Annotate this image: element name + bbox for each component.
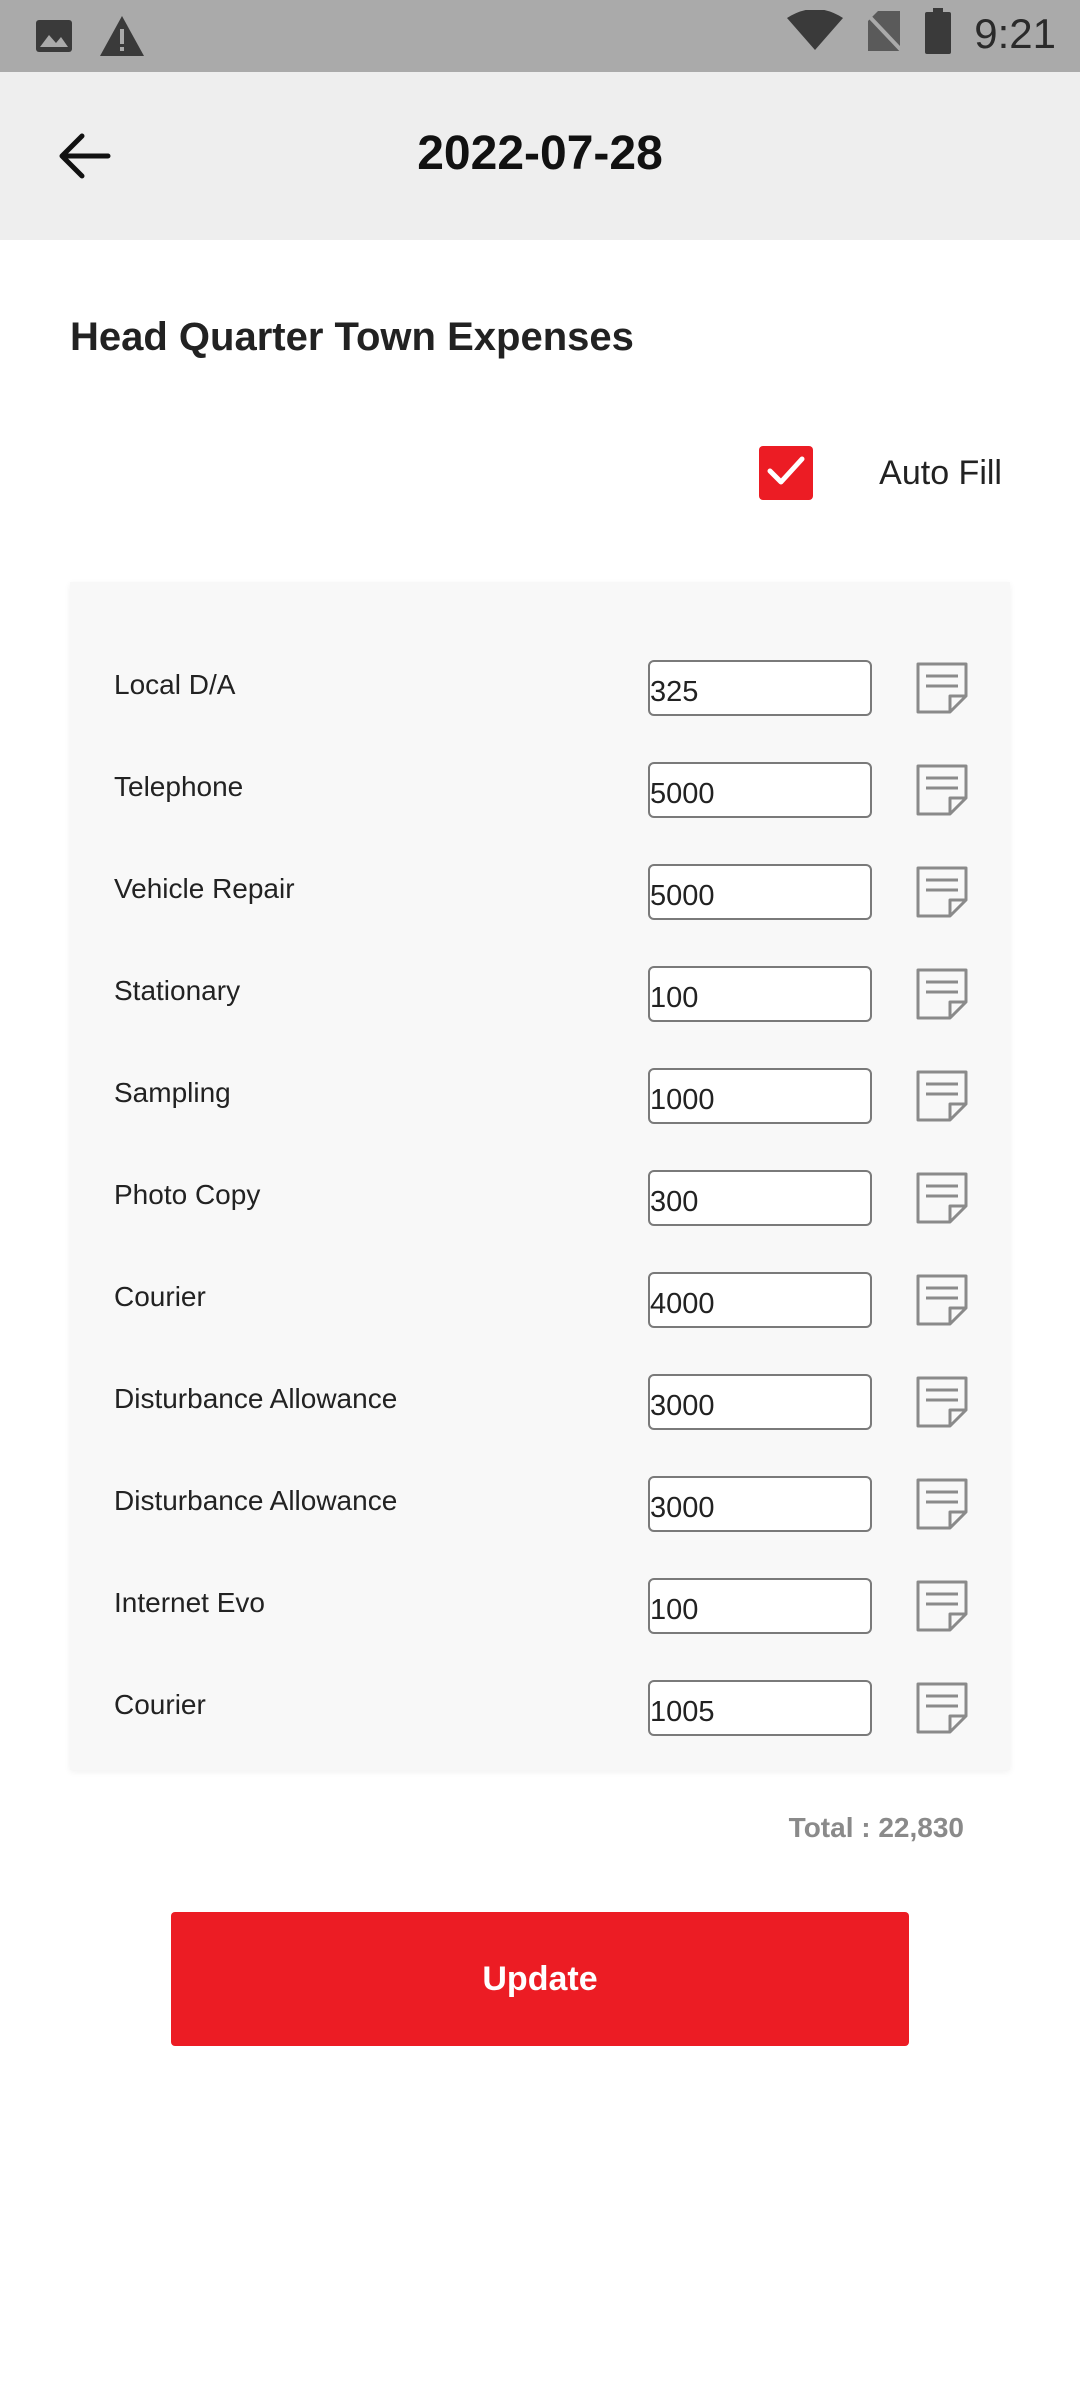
autofill-checkbox[interactable] [759,446,814,500]
expense-label: Photo Copy [114,1179,261,1210]
expense-row: Stationary [70,957,1010,1033]
expense-row: Local D/A [70,651,1010,727]
expense-row: Telephone [70,753,1010,829]
note-icon[interactable] [914,1170,970,1226]
expense-amount-input[interactable] [648,966,872,1022]
note-icon[interactable] [914,1068,970,1124]
expense-label: Local D/A [114,669,236,700]
note-icon[interactable] [914,762,970,818]
note-icon[interactable] [914,1680,970,1736]
expense-label: Courier [114,1689,206,1720]
note-icon[interactable] [914,966,970,1022]
expense-label: Disturbance Allowance [114,1383,398,1414]
expense-amount-input[interactable] [648,1680,872,1736]
expenses-card: Local D/A Telephone Vehicle Repair Stati… [70,582,1010,1770]
expense-amount-input[interactable] [648,1170,872,1226]
expense-row: Disturbance Allowance [70,1467,1010,1543]
expense-row: Courier [70,1671,1010,1747]
note-icon[interactable] [914,660,970,716]
image-icon [34,16,74,61]
page-title: 2022-07-28 [417,127,663,180]
autofill-toggle[interactable]: Auto Fill [759,446,1002,500]
app-bar: 2022-07-28 [0,72,1080,240]
expense-row: Disturbance Allowance [70,1365,1010,1441]
wifi-icon [786,9,844,57]
expense-label: Sampling [114,1077,231,1108]
expense-row: Vehicle Repair [70,855,1010,931]
expense-label: Internet Evo [114,1587,265,1618]
battery-icon [924,8,952,59]
note-icon[interactable] [914,1578,970,1634]
expense-label: Stationary [114,975,241,1006]
note-icon[interactable] [914,864,970,920]
no-sim-icon [864,9,904,58]
expense-amount-input[interactable] [648,660,872,716]
note-icon[interactable] [914,1374,970,1430]
expense-label: Vehicle Repair [114,873,295,904]
expense-amount-input[interactable] [648,1578,872,1634]
expense-row: Internet Evo [70,1569,1010,1645]
note-icon[interactable] [914,1476,970,1532]
expense-label: Disturbance Allowance [114,1485,398,1516]
expense-row: Sampling [70,1059,1010,1135]
autofill-label: Auto Fill [879,453,1002,492]
expense-amount-input[interactable] [648,1068,872,1124]
expense-row: Photo Copy [70,1161,1010,1237]
checkmark-icon [766,454,806,493]
expense-label: Courier [114,1281,206,1312]
expense-amount-input[interactable] [648,1374,872,1430]
section-title: Head Quarter Town Expenses [70,315,634,359]
expense-label: Telephone [114,771,244,802]
status-time: 9:21 [974,9,1056,57]
expense-row: Courier [70,1263,1010,1339]
expense-amount-input[interactable] [648,1476,872,1532]
expense-amount-input[interactable] [648,762,872,818]
expense-amount-input[interactable] [648,864,872,920]
total-amount: Total : 22,830 [788,1812,964,1843]
update-button[interactable]: Update [171,1912,909,2046]
note-icon[interactable] [914,1272,970,1328]
expense-amount-input[interactable] [648,1272,872,1328]
status-bar: 9:21 [0,0,1080,72]
warning-icon [98,14,146,63]
